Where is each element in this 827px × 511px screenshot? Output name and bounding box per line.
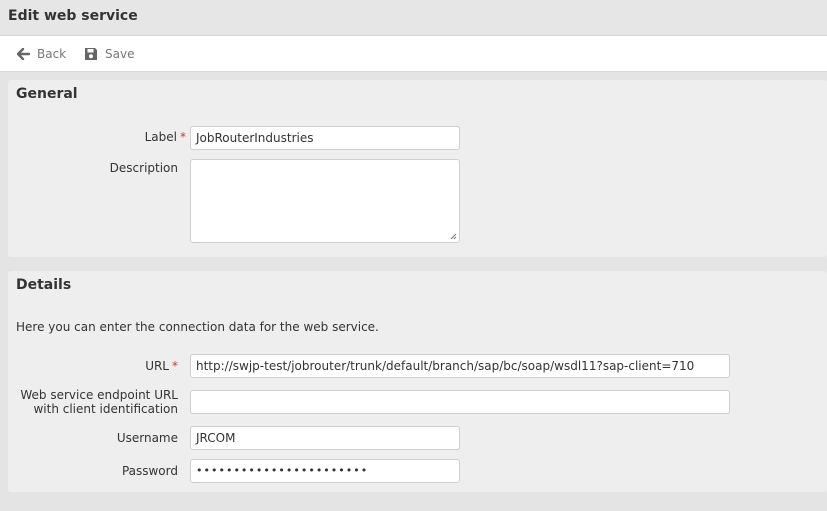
save-button[interactable]: Save (84, 45, 134, 63)
label-field-label: Label * (144, 130, 186, 144)
save-button-label: Save (105, 47, 135, 61)
resize-grip-icon[interactable] (450, 233, 457, 240)
arrow-left-icon (17, 48, 30, 60)
toolbar: Back Save (0, 36, 827, 72)
description-field-label: Description (109, 161, 178, 175)
general-panel: General Label * JobRouterIndustries Descr… (8, 80, 827, 257)
url-field-label: URL * (145, 359, 178, 373)
password-input[interactable]: ••••••••••••••••••••••• (190, 459, 460, 483)
title-bar: Edit web service (0, 0, 827, 36)
back-button-label: Back (37, 47, 67, 61)
page-title: Edit web service (8, 8, 138, 24)
url-input[interactable]: http://swjp-test/jobrouter/trunk/default… (190, 354, 730, 378)
endpoint-url-input[interactable] (190, 390, 730, 414)
required-marker: * (172, 359, 178, 373)
label-input[interactable]: JobRouterIndustries (190, 126, 460, 150)
back-button[interactable]: Back (17, 45, 66, 63)
username-field-label: Username (116, 431, 178, 445)
description-textarea[interactable] (190, 159, 460, 243)
details-panel: Details Here you can enter the connectio… (8, 271, 827, 492)
details-intro-text: Here you can enter the connection data f… (16, 320, 379, 334)
username-input[interactable]: JRCOM (190, 426, 460, 450)
password-field-label: Password (121, 464, 178, 478)
required-marker: * (180, 130, 186, 144)
details-heading: Details (16, 277, 72, 293)
floppy-disk-icon (85, 48, 97, 60)
general-heading: General (16, 86, 78, 102)
endpoint-field-label: Web service endpoint URL with client ide… (20, 388, 178, 416)
